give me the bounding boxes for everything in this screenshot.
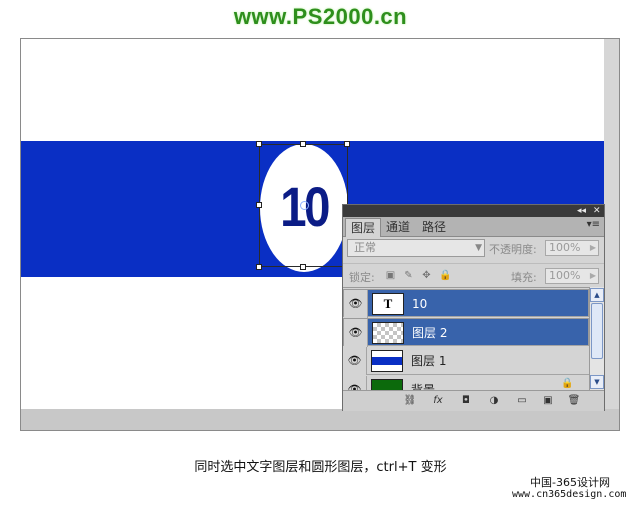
collapse-icon[interactable]: ◂◂ xyxy=(577,205,586,217)
eye-icon[interactable]: 👁 xyxy=(343,376,367,391)
adjustment-icon[interactable]: ◑ xyxy=(487,394,501,407)
close-icon[interactable]: ✕ xyxy=(593,205,601,217)
lock-move-icon[interactable]: ✥ xyxy=(421,270,432,281)
layer-thumbnail xyxy=(371,350,403,372)
new-layer-icon[interactable]: ▣ xyxy=(541,394,555,407)
scroll-down-icon[interactable]: ▼ xyxy=(590,375,604,389)
chevron-down-icon: ▼ xyxy=(475,243,482,253)
trash-icon[interactable]: 🗑 xyxy=(567,394,581,407)
transform-handle-bc[interactable] xyxy=(300,264,306,270)
layer-row-layer2[interactable]: 👁 图层 2 xyxy=(343,318,589,347)
vertical-scrollbar[interactable] xyxy=(604,39,619,409)
layer-name: 图层 2 xyxy=(412,326,448,340)
tab-paths[interactable]: 路径 xyxy=(417,218,451,236)
lock-label: 锁定: xyxy=(349,271,375,284)
site-watermark-name: 中国-365设计网 xyxy=(530,476,610,489)
blend-row: 正常 ▼ 不透明度: 100% ▶ xyxy=(343,237,604,261)
lock-transparent-icon[interactable]: ▣ xyxy=(385,270,396,281)
fill-value: 100% xyxy=(549,269,581,282)
layers-panel: ◂◂ ✕ 图层 通道 路径 ▾≡ 正常 ▼ 不透明度: 100% ▶ 锁定: ▣… xyxy=(342,204,605,411)
panel-tabs: 图层 通道 路径 ▾≡ xyxy=(343,217,604,237)
link-icon[interactable]: ⛓ xyxy=(403,394,417,407)
opacity-value: 100% xyxy=(549,241,581,254)
panel-menu-icon[interactable]: ▾≡ xyxy=(587,219,600,230)
transform-handle-tr[interactable] xyxy=(344,141,350,147)
folder-icon[interactable]: ▭ xyxy=(515,394,529,407)
transform-handle-tl[interactable] xyxy=(256,141,262,147)
layers-scrollbar[interactable]: ▲ ▼ xyxy=(589,287,604,390)
eye-icon[interactable]: 👁 xyxy=(344,319,368,347)
layer-row-text[interactable]: 👁 T 10 xyxy=(343,289,589,318)
lock-icon: 🔒 xyxy=(561,378,574,389)
layer-row-layer1[interactable]: 👁 图层 1 xyxy=(343,347,589,375)
layer-name: 10 xyxy=(412,297,428,311)
fill-label: 填充: xyxy=(511,271,537,284)
panel-footer: ⛓ fx ◘ ◑ ▭ ▣ 🗑 xyxy=(343,390,604,411)
site-watermark-url: www.cn365design.com xyxy=(512,489,627,500)
horizontal-scrollbar[interactable] xyxy=(21,409,619,430)
fx-icon[interactable]: fx xyxy=(431,394,445,407)
layer-row-background[interactable]: 👁 背景 🔒 xyxy=(343,376,589,391)
chevron-right-icon: ▶ xyxy=(589,271,596,280)
lock-row: 锁定: ▣ ✎ ✥ 🔒 填充: 100% ▶ xyxy=(343,263,604,288)
transform-handle-tc[interactable] xyxy=(300,141,306,147)
lock-all-icon[interactable]: 🔒 xyxy=(439,270,451,281)
transform-center-icon[interactable] xyxy=(300,201,309,210)
mask-icon[interactable]: ◘ xyxy=(459,394,473,407)
text-layer-thumbnail: T xyxy=(372,293,404,315)
eye-icon[interactable]: 👁 xyxy=(344,290,368,318)
scroll-thumb[interactable] xyxy=(591,303,603,359)
scroll-up-icon[interactable]: ▲ xyxy=(590,288,604,302)
tab-channels[interactable]: 通道 xyxy=(381,218,415,236)
opacity-label: 不透明度: xyxy=(489,243,537,256)
eye-icon[interactable]: 👁 xyxy=(343,347,367,375)
layers-list: 👁 T 10 👁 图层 2 👁 图层 1 👁 背景 🔒 xyxy=(343,287,589,391)
transform-handle-bl[interactable] xyxy=(256,264,262,270)
transform-handle-ml[interactable] xyxy=(256,202,262,208)
opacity-field[interactable]: 100% ▶ xyxy=(545,240,599,256)
layer-thumbnail xyxy=(372,322,404,344)
layer-name: 图层 1 xyxy=(411,354,447,368)
blend-mode-value: 正常 xyxy=(354,241,376,254)
panel-titlebar[interactable]: ◂◂ ✕ xyxy=(343,205,604,217)
fill-field[interactable]: 100% ▶ xyxy=(545,268,599,284)
blend-mode-select[interactable]: 正常 ▼ xyxy=(347,239,485,257)
top-watermark: www.PS2000.cn xyxy=(233,4,408,29)
chevron-right-icon: ▶ xyxy=(589,243,596,252)
tab-layers[interactable]: 图层 xyxy=(345,218,382,237)
lock-paint-icon[interactable]: ✎ xyxy=(403,270,414,281)
layer-name: 背景 xyxy=(411,383,436,391)
caption: 同时选中文字图层和圆形图层，ctrl+T 变形 xyxy=(194,460,447,475)
